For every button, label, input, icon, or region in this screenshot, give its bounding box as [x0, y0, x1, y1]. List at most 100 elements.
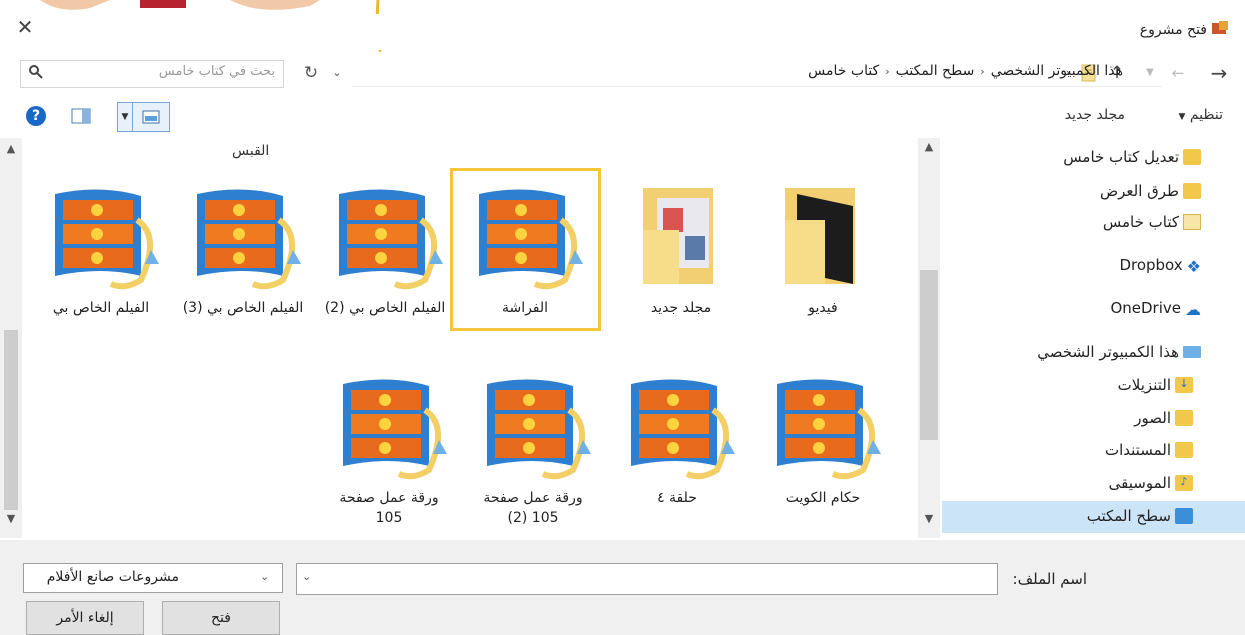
file-name: مجلد جديد	[650, 300, 712, 316]
folder-icon	[785, 188, 855, 284]
nav-item-this-pc[interactable]: هذا الكمبيوتر الشخصي	[1037, 343, 1201, 361]
movie-maker-icon	[1212, 21, 1228, 34]
documents-icon	[1175, 442, 1193, 458]
nav-scrollbar-thumb[interactable]	[920, 270, 938, 440]
chevron-left-icon: ‹	[980, 64, 985, 78]
nav-label: Dropbox	[1119, 256, 1183, 274]
folder-documents-icon	[643, 188, 713, 284]
nav-label: المستندات	[1104, 441, 1171, 459]
close-button[interactable]: ✕	[12, 14, 38, 40]
pictures-icon	[1175, 410, 1193, 426]
organize-menu[interactable]: تنظيم ▼	[1178, 107, 1223, 123]
movie-project-icon	[41, 180, 161, 290]
nav-item-dropbox[interactable]: ❖ Dropbox	[1119, 256, 1201, 276]
file-tile-my-movie-2[interactable]: الفيلم الخاص بي (2)	[320, 180, 450, 318]
view-options-chevron-icon[interactable]: ▼	[117, 102, 133, 132]
file-tile-new-folder[interactable]: مجلد جديد	[616, 180, 746, 318]
movie-project-icon	[473, 370, 593, 480]
filetype-value: مشروعات صانع الأفلام	[46, 569, 179, 585]
file-name: ورقة عمل صفحة 105	[339, 490, 439, 526]
nav-label: سطح المكتب	[1086, 507, 1171, 525]
file-tile-kuwait-rulers[interactable]: حكام الكويت	[758, 370, 888, 508]
nav-item-display-methods[interactable]: طرق العرض	[1100, 182, 1201, 200]
file-name: الفيلم الخاص بي (2)	[324, 300, 446, 316]
nav-item-pictures[interactable]: الصور	[1134, 409, 1193, 427]
file-tile-my-movie-3[interactable]: الفيلم الخاص بي (3)	[178, 180, 308, 318]
nav-label: التنزيلات	[1117, 376, 1171, 394]
chevron-left-icon: ‹	[885, 64, 890, 78]
filename-label: اسم الملف:	[1012, 570, 1087, 588]
file-name: الفيلم الخاص بي (3)	[182, 300, 304, 316]
cancel-button[interactable]: إلغاء الأمر	[26, 601, 144, 635]
breadcrumb: هذا الكمبيوتر الشخصي ‹ سطح المكتب ‹ كتاب…	[808, 63, 1123, 79]
dropbox-icon: ❖	[1186, 257, 1201, 276]
nav-label: هذا الكمبيوتر الشخصي	[1037, 343, 1179, 361]
scroll-up-icon[interactable]: ▲	[3, 142, 19, 158]
computer-icon	[1183, 346, 1201, 358]
breadcrumb-item[interactable]: كتاب خامس	[808, 63, 879, 79]
nav-item-music[interactable]: ♪ الموسيقى	[1109, 474, 1193, 492]
file-tile-worksheet-105[interactable]: ورقة عمل صفحة 105	[324, 370, 454, 528]
file-tile-video-folder[interactable]: فيديو	[758, 180, 888, 318]
organize-label: تنظيم	[1189, 107, 1223, 123]
content-scrollbar-thumb[interactable]	[4, 330, 18, 510]
movie-project-icon	[183, 180, 303, 290]
scroll-down-icon[interactable]: ▼	[920, 512, 938, 530]
file-name: حلقة ٤	[657, 490, 697, 506]
highlight-box	[450, 168, 601, 331]
folder-people-icon	[1183, 149, 1201, 165]
file-name: ورقة عمل صفحة 105 (2)	[483, 490, 583, 526]
file-name: فيديو	[808, 300, 838, 316]
nav-label: الموسيقى	[1108, 474, 1171, 492]
preview-pane-icon[interactable]	[70, 106, 92, 126]
file-name: الفيلم الخاص بي	[52, 300, 150, 316]
chevron-down-icon[interactable]: ⌄	[302, 563, 311, 591]
chevron-down-icon[interactable]: ⌄	[260, 563, 269, 591]
change-view-icon[interactable]	[132, 102, 170, 132]
nav-item-edit-book[interactable]: تعديل كتاب خامس	[1063, 148, 1201, 166]
window-title: فتح مشروع	[1139, 22, 1207, 38]
address-dropdown-icon[interactable]: ⌄	[326, 60, 348, 86]
scroll-down-icon[interactable]: ▼	[3, 512, 19, 528]
search-placeholder: بحث في كتاب خامس	[158, 64, 275, 79]
filename-input[interactable]	[296, 563, 998, 595]
forward-arrow-button[interactable]: ←	[1168, 60, 1188, 86]
nav-label: كتاب خامس	[1102, 213, 1179, 231]
nav-label: طرق العرض	[1099, 182, 1179, 200]
movie-project-icon	[329, 370, 449, 480]
back-arrow-button[interactable]: →	[1205, 60, 1233, 86]
file-tile-episode-4[interactable]: حلقة ٤	[612, 370, 742, 508]
document-folder-icon	[1183, 214, 1201, 230]
nav-label: تعديل كتاب خامس	[1063, 148, 1179, 166]
nav-item-onedrive[interactable]: ☁ OneDrive	[1110, 299, 1201, 319]
help-icon[interactable]: ?	[26, 106, 46, 126]
nav-item-documents[interactable]: المستندات	[1105, 441, 1193, 459]
folder-icon	[1183, 183, 1201, 199]
nav-item-book-five[interactable]: كتاب خامس	[1103, 213, 1201, 231]
open-button[interactable]: فتح	[162, 601, 280, 635]
search-icon	[29, 65, 43, 79]
toolbar	[0, 96, 1245, 134]
new-folder-button[interactable]: مجلد جديد	[1065, 107, 1125, 123]
desktop-icon	[1175, 508, 1193, 524]
nav-item-desktop[interactable]: سطح المكتب	[1087, 507, 1193, 525]
onedrive-cloud-icon: ☁	[1185, 300, 1201, 319]
caret-down-icon: ▼	[1178, 112, 1186, 122]
breadcrumb-item[interactable]: هذا الكمبيوتر الشخصي	[991, 63, 1123, 79]
scroll-up-icon[interactable]: ▲	[920, 140, 938, 158]
group-header: القبس	[232, 143, 270, 159]
downloads-icon: ↓	[1175, 377, 1193, 393]
nav-label: الصور	[1134, 409, 1171, 427]
title-bar	[0, 14, 1245, 50]
nav-item-downloads[interactable]: ↓ التنزيلات	[1118, 376, 1193, 394]
nav-label: OneDrive	[1110, 299, 1181, 317]
movie-project-icon	[763, 370, 883, 480]
refresh-button[interactable]: ↻	[298, 60, 324, 86]
music-icon: ♪	[1175, 475, 1193, 491]
movie-project-icon	[325, 180, 445, 290]
file-tile-my-movie[interactable]: الفيلم الخاص بي	[36, 180, 166, 318]
file-name: حكام الكويت	[785, 490, 861, 506]
breadcrumb-item[interactable]: سطح المكتب	[896, 63, 975, 79]
file-tile-worksheet-105-2[interactable]: ورقة عمل صفحة 105 (2)	[468, 370, 598, 528]
movie-project-icon	[617, 370, 737, 480]
